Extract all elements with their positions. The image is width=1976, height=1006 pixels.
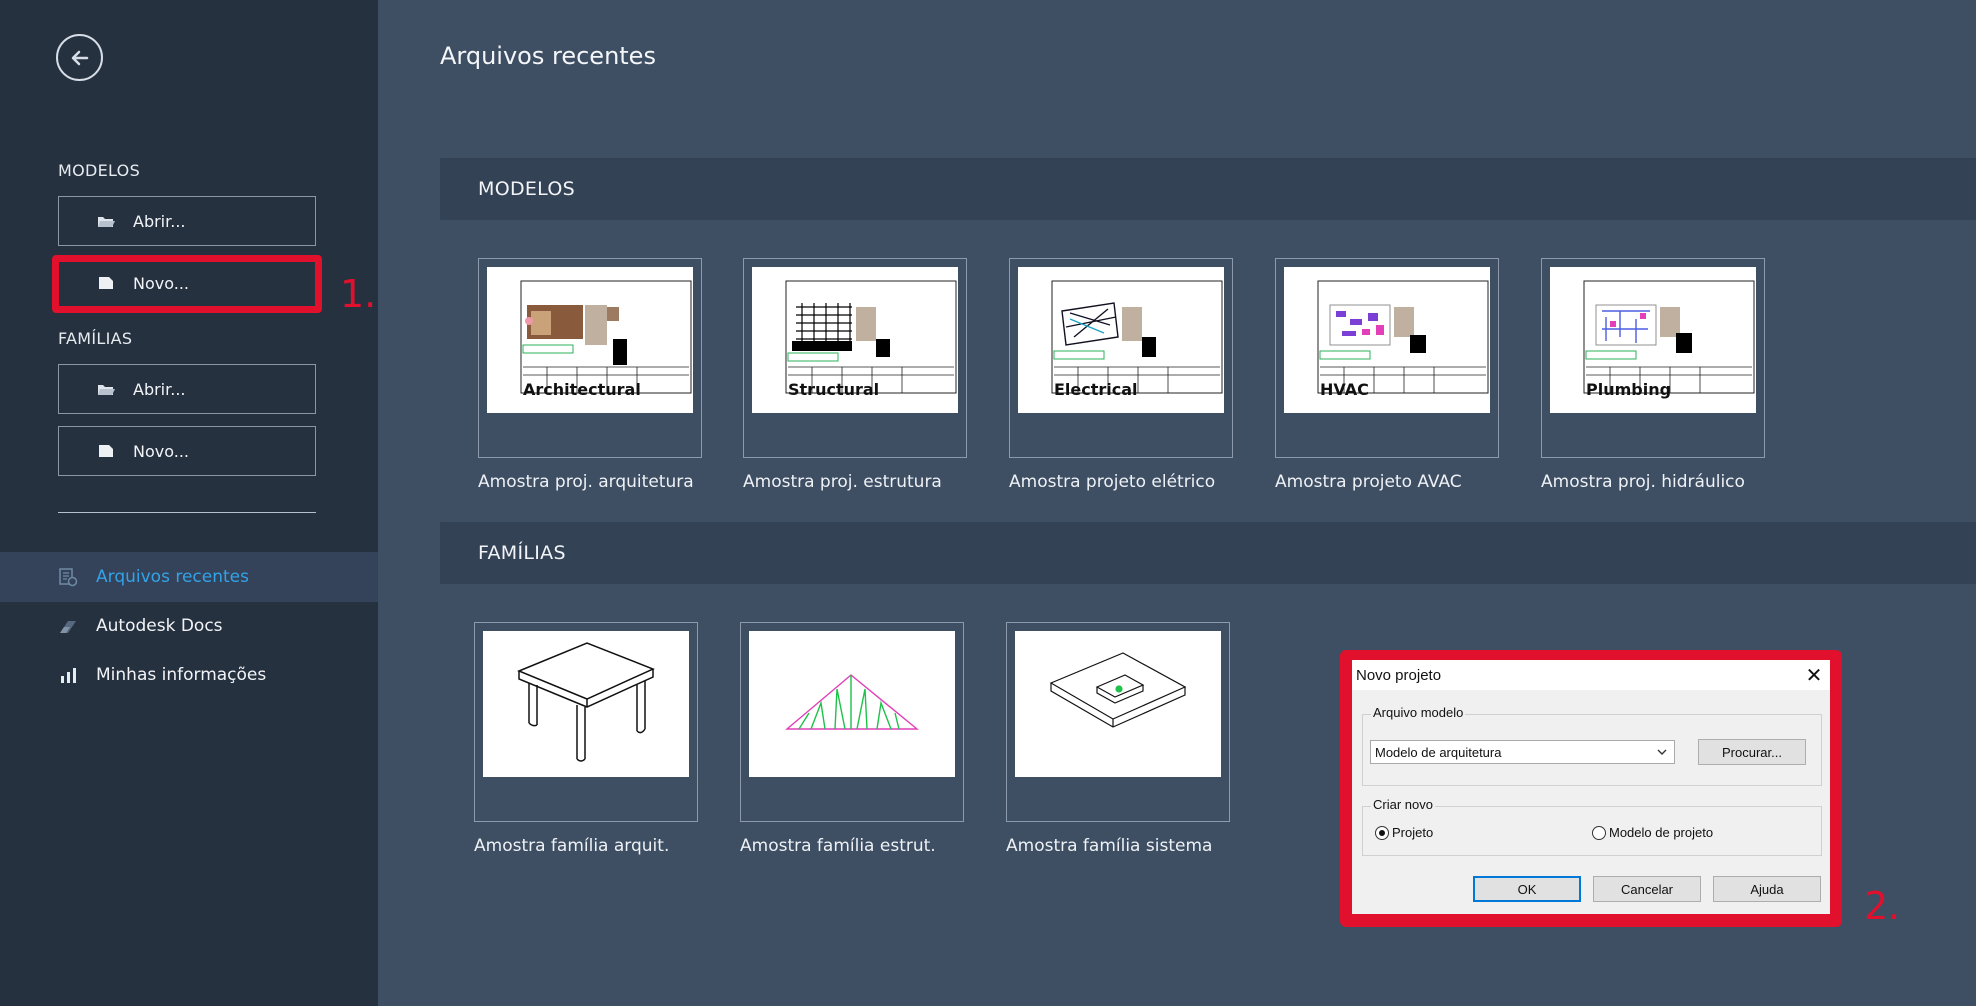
families-band: FAMÍLIAS bbox=[440, 522, 1976, 584]
create-group-title: Criar novo bbox=[1371, 797, 1435, 812]
nav-recent-files[interactable]: Arquivos recentes bbox=[0, 552, 378, 602]
models-open-label: Abrir... bbox=[133, 211, 186, 231]
model-card-plumbing[interactable]: Plumbing bbox=[1541, 258, 1765, 458]
model-card-structural[interactable]: Structural bbox=[743, 258, 967, 458]
template-select[interactable]: Modelo de arquitetura bbox=[1370, 740, 1675, 764]
ok-label: OK bbox=[1517, 881, 1537, 897]
model-card-electrical[interactable]: Electrical bbox=[1009, 258, 1233, 458]
box-thumbnail bbox=[1015, 631, 1221, 777]
folder-open-icon bbox=[98, 385, 115, 395]
help-button[interactable]: Ajuda bbox=[1713, 876, 1821, 902]
family-caption: Amostra família arquit. bbox=[474, 836, 670, 856]
cancel-label: Cancelar bbox=[1620, 881, 1674, 897]
models-section-label: MODELOS bbox=[58, 161, 141, 180]
dialog-titlebar: Novo projeto ✕ bbox=[1352, 660, 1830, 690]
nav-autodesk-docs-label: Autodesk Docs bbox=[96, 616, 223, 636]
autodesk-docs-icon bbox=[58, 616, 78, 636]
sheet-thumbnail: Structural bbox=[752, 267, 958, 413]
sheet-thumbnail: Plumbing bbox=[1550, 267, 1756, 413]
bar-chart-icon bbox=[58, 665, 78, 685]
ok-button[interactable]: OK bbox=[1473, 876, 1581, 902]
highlight-box-new bbox=[52, 255, 322, 313]
sidebar-divider bbox=[58, 512, 316, 513]
new-project-dialog: Novo projeto ✕ Arquivo modelo Modelo de … bbox=[1352, 660, 1830, 914]
project-template-radio-label: Modelo de projeto bbox=[1609, 825, 1714, 840]
families-band-label: FAMÍLIAS bbox=[478, 542, 566, 564]
step-1-label: 1. bbox=[340, 272, 377, 316]
models-open-button[interactable]: Abrir... bbox=[58, 196, 316, 246]
models-band-label: MODELOS bbox=[478, 178, 576, 200]
help-label: Ajuda bbox=[1750, 881, 1784, 897]
table-thumbnail bbox=[483, 631, 689, 777]
family-card-system[interactable] bbox=[1006, 622, 1230, 822]
radio-dot bbox=[1592, 825, 1606, 840]
model-caption: Amostra projeto AVAC bbox=[1275, 472, 1462, 492]
thumb-label: Electrical bbox=[1054, 380, 1138, 399]
browse-label: Procurar... bbox=[1722, 744, 1782, 760]
sidebar: MODELOS Abrir... Novo... 1. FAMÍLIAS Abr… bbox=[0, 0, 378, 1006]
families-new-label: Novo... bbox=[133, 441, 189, 461]
new-file-icon bbox=[99, 445, 113, 457]
thumb-label: Plumbing bbox=[1586, 380, 1672, 399]
sheet-thumbnail: HVAC bbox=[1284, 267, 1490, 413]
recent-files-icon bbox=[58, 567, 78, 587]
model-caption: Amostra proj. hidráulico bbox=[1541, 472, 1745, 492]
template-select-value: Modelo de arquitetura bbox=[1375, 744, 1502, 760]
browse-button[interactable]: Procurar... bbox=[1698, 739, 1806, 765]
project-radio-label: Projeto bbox=[1392, 825, 1434, 840]
chevron-down-icon bbox=[1657, 749, 1667, 755]
project-template-radio[interactable]: Modelo de projeto bbox=[1592, 825, 1713, 840]
nav-recent-files-label: Arquivos recentes bbox=[96, 567, 249, 587]
family-caption: Amostra família sistema bbox=[1006, 836, 1213, 856]
model-caption: Amostra projeto elétrico bbox=[1009, 472, 1216, 492]
truss-thumbnail bbox=[749, 631, 955, 777]
project-radio[interactable]: Projeto bbox=[1375, 825, 1433, 840]
page-title: Arquivos recentes bbox=[440, 42, 656, 70]
thumb-label: Structural bbox=[788, 380, 880, 399]
family-card-structural[interactable] bbox=[740, 622, 964, 822]
family-caption: Amostra família estrut. bbox=[740, 836, 936, 856]
model-card-architectural[interactable]: Architectural bbox=[478, 258, 702, 458]
dialog-title: Novo projeto bbox=[1356, 666, 1442, 684]
thumb-label: HVAC bbox=[1320, 380, 1369, 399]
sheet-thumbnail: Architectural bbox=[487, 267, 693, 413]
template-group-title: Arquivo modelo bbox=[1371, 705, 1466, 720]
model-card-hvac[interactable]: HVAC bbox=[1275, 258, 1499, 458]
families-new-button[interactable]: Novo... bbox=[58, 426, 316, 476]
cancel-button[interactable]: Cancelar bbox=[1593, 876, 1701, 902]
sheet-thumbnail: Electrical bbox=[1018, 267, 1224, 413]
radio-dot-checked bbox=[1375, 825, 1389, 840]
families-open-label: Abrir... bbox=[133, 379, 186, 399]
arrow-left-icon bbox=[71, 50, 88, 65]
family-card-architectural[interactable] bbox=[474, 622, 698, 822]
step-2-label: 2. bbox=[1864, 884, 1901, 928]
thumb-label: Architectural bbox=[523, 380, 641, 399]
folder-open-icon bbox=[98, 217, 115, 227]
models-band: MODELOS bbox=[440, 158, 1976, 220]
model-caption: Amostra proj. arquitetura bbox=[478, 472, 694, 492]
close-icon[interactable]: ✕ bbox=[1804, 665, 1824, 687]
families-section-label: FAMÍLIAS bbox=[58, 329, 133, 348]
nav-autodesk-docs[interactable]: Autodesk Docs bbox=[0, 601, 378, 651]
nav-my-info-label: Minhas informações bbox=[96, 665, 267, 685]
back-button[interactable] bbox=[56, 34, 103, 81]
model-caption: Amostra proj. estrutura bbox=[743, 472, 942, 492]
families-open-button[interactable]: Abrir... bbox=[58, 364, 316, 414]
nav-my-info[interactable]: Minhas informações bbox=[0, 650, 378, 700]
